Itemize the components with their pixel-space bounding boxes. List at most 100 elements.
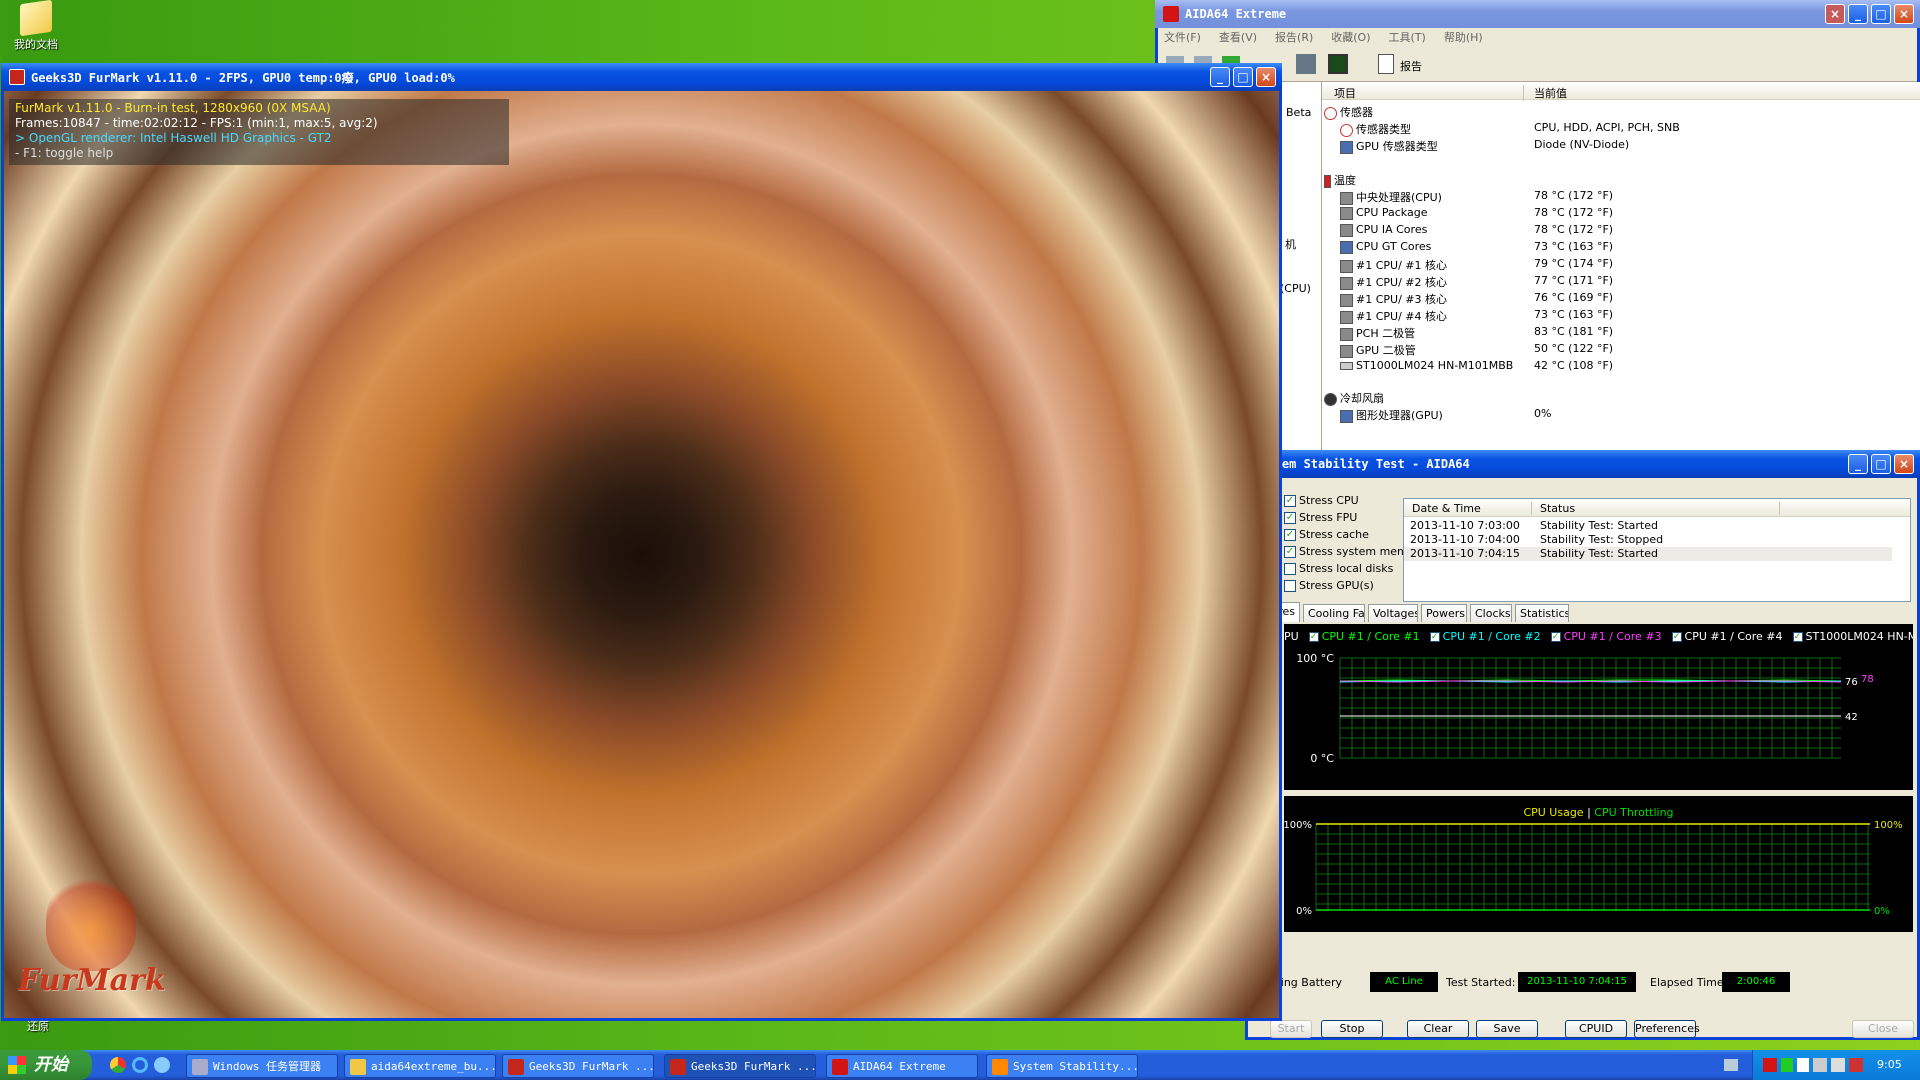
tree-fragment[interactable]: (CPU) xyxy=(1280,282,1311,295)
menu-file[interactable]: 文件(F) xyxy=(1164,28,1201,48)
furmark-titlebar[interactable]: Geeks3D FurMark v1.11.0 - 2FPS, GPU0 tem… xyxy=(1,63,1282,91)
checkbox[interactable]: ✓ xyxy=(1284,512,1296,524)
close-x-icon[interactable]: × xyxy=(1825,4,1845,24)
temperature-row[interactable]: CPU IA Cores xyxy=(1340,223,1427,240)
log-row[interactable]: 2013-11-10 7:03:00 Stability Test: Starte… xyxy=(1404,519,1892,533)
stress-option[interactable]: Stress GPU(s) xyxy=(1284,579,1374,592)
checkbox[interactable] xyxy=(1284,563,1296,575)
save-button[interactable]: Save xyxy=(1476,1020,1538,1038)
menu-tools[interactable]: 工具(T) xyxy=(1389,28,1426,48)
tab-powers[interactable]: Powers xyxy=(1421,604,1467,622)
menu-help[interactable]: 帮助(H) xyxy=(1444,28,1483,48)
temperature-row[interactable]: #1 CPU/ #3 核心 xyxy=(1340,291,1447,308)
minimize-button[interactable]: _ xyxy=(1210,67,1230,87)
report-icon[interactable] xyxy=(1378,54,1394,74)
fur-render-canvas[interactable]: FurMark v1.11.0 - Burn-in test, 1280x960… xyxy=(4,91,1279,1018)
temperature-row[interactable]: GPU 二极管 xyxy=(1340,342,1416,359)
aida64-icon xyxy=(832,1059,848,1075)
task-furmark-2[interactable]: Geeks3D FurMark ... xyxy=(664,1054,816,1078)
close-button[interactable]: × xyxy=(1256,67,1276,87)
stress-option[interactable]: Stress local disks xyxy=(1284,562,1393,575)
temperature-row[interactable]: 中央处理器(CPU) xyxy=(1340,189,1442,206)
sensor-row[interactable]: GPU 传感器类型 xyxy=(1340,138,1438,155)
sensor-list: 项目 当前值 传感器 传感器类型 CPU, HDD, ACPI, PCH, SN… xyxy=(1322,82,1920,450)
tree-fragment[interactable]: Beta xyxy=(1286,106,1311,119)
temperature-row[interactable]: CPU GT Cores xyxy=(1340,240,1431,257)
checkbox[interactable]: ✓ xyxy=(1284,495,1296,507)
close-button[interactable]: × xyxy=(1894,454,1914,474)
checkbox[interactable]: ✓ xyxy=(1284,546,1296,558)
task-furmark-1[interactable]: Geeks3D FurMark ... xyxy=(502,1054,654,1078)
checkbox[interactable] xyxy=(1284,580,1296,592)
tray-icon[interactable] xyxy=(1797,1058,1809,1072)
stability-titlebar[interactable]: System Stability Test - AIDA64 _ □ × xyxy=(1245,450,1920,478)
temperature-row[interactable]: PCH 二极管 xyxy=(1340,325,1415,342)
maximize-button[interactable]: □ xyxy=(1871,4,1891,24)
cpuid-button[interactable]: CPUID xyxy=(1565,1020,1627,1038)
tray-icon[interactable] xyxy=(1813,1058,1827,1072)
tab-cooling-fans[interactable]: Cooling Fans xyxy=(1303,604,1365,622)
log-col-status[interactable]: Status xyxy=(1540,502,1780,515)
desktop-icon-my-documents[interactable]: 我的文档 xyxy=(4,0,68,52)
elapsed-label: Elapsed Time: xyxy=(1650,976,1728,989)
tray-toggle-icon[interactable] xyxy=(1724,1059,1738,1071)
volume-icon[interactable] xyxy=(1831,1058,1845,1072)
monitor-icon[interactable] xyxy=(1328,54,1348,74)
stress-option[interactable]: ✓ Stress FPU xyxy=(1284,511,1357,524)
usage-chart: 100% 0% 100% 0% xyxy=(1284,820,1903,917)
stop-button[interactable]: Stop xyxy=(1321,1020,1383,1038)
aida64-titlebar[interactable]: AIDA64 Extreme × _ □ × xyxy=(1155,0,1920,28)
group-temperature[interactable]: 温度 xyxy=(1324,172,1356,189)
clock[interactable]: 9:05 xyxy=(1877,1058,1902,1071)
group-fans[interactable]: 冷却风扇 xyxy=(1324,390,1384,407)
col-item[interactable]: 项目 xyxy=(1334,85,1524,101)
tab-clocks[interactable]: Clocks xyxy=(1470,604,1512,622)
ie-icon[interactable] xyxy=(132,1057,148,1073)
temperature-row[interactable]: ST1000LM024 HN-M101MBB xyxy=(1340,359,1513,376)
tab-voltages[interactable]: Voltages xyxy=(1368,604,1418,622)
desktop-icon-restore[interactable]: 还原 xyxy=(6,1018,70,1038)
report-label[interactable]: 报告 xyxy=(1400,58,1422,74)
menu-favorites[interactable]: 收藏(O) xyxy=(1331,28,1370,48)
checkbox[interactable]: ✓ xyxy=(1284,529,1296,541)
menu-report[interactable]: 报告(R) xyxy=(1275,28,1313,48)
sensor-row[interactable]: 传感器类型 xyxy=(1340,121,1411,138)
users-icon[interactable] xyxy=(1296,54,1316,74)
group-sensor[interactable]: 传感器 xyxy=(1324,104,1373,121)
menu-view[interactable]: 查看(V) xyxy=(1219,28,1257,48)
gpu-icon xyxy=(1340,140,1353,154)
quick-launch-icon[interactable] xyxy=(154,1057,170,1073)
clear-button[interactable]: Clear xyxy=(1407,1020,1469,1038)
close-dialog-button[interactable]: Close xyxy=(1852,1020,1914,1038)
fan-row[interactable]: 图形处理器(GPU) xyxy=(1340,407,1443,424)
col-value[interactable]: 当前值 xyxy=(1534,85,1567,101)
tray-icon[interactable] xyxy=(1781,1058,1793,1072)
minimize-button[interactable]: _ xyxy=(1848,4,1868,24)
task-aida-folder[interactable]: aida64extreme_bu... xyxy=(344,1054,496,1078)
log-col-datetime[interactable]: Date & Time xyxy=(1412,502,1532,515)
chrome-icon[interactable] xyxy=(110,1057,126,1073)
temperature-row[interactable]: #1 CPU/ #2 核心 xyxy=(1340,274,1447,291)
stress-option[interactable]: ✓ Stress CPU xyxy=(1284,494,1359,507)
preferences-button[interactable]: Preferences xyxy=(1634,1020,1700,1038)
aida-tray-icon[interactable] xyxy=(1763,1058,1777,1072)
maximize-button[interactable]: □ xyxy=(1871,454,1891,474)
start-button[interactable]: 开始 xyxy=(0,1050,92,1080)
temperature-row[interactable]: #1 CPU/ #1 核心 xyxy=(1340,257,1447,274)
tree-fragment[interactable]: 机 xyxy=(1285,236,1296,252)
task-stability[interactable]: System Stability... xyxy=(986,1054,1138,1078)
temperature-row[interactable]: #1 CPU/ #4 核心 xyxy=(1340,308,1447,325)
start-button[interactable]: Start xyxy=(1270,1020,1312,1038)
log-row[interactable]: 2013-11-10 7:04:00 Stability Test: Stoppe… xyxy=(1404,533,1892,547)
stress-option[interactable]: ✓ Stress system memor xyxy=(1284,545,1419,558)
task-task-manager[interactable]: Windows 任务管理器 xyxy=(186,1054,338,1078)
log-row[interactable]: 2013-11-10 7:04:15 Stability Test: Starte… xyxy=(1404,547,1892,561)
close-button[interactable]: × xyxy=(1894,4,1914,24)
stress-option[interactable]: ✓ Stress cache xyxy=(1284,528,1369,541)
minimize-button[interactable]: _ xyxy=(1848,454,1868,474)
maximize-button[interactable]: □ xyxy=(1233,67,1253,87)
tray-icon[interactable] xyxy=(1849,1058,1863,1072)
tab-statistics[interactable]: Statistics xyxy=(1515,604,1569,622)
task-aida64[interactable]: AIDA64 Extreme xyxy=(826,1054,978,1078)
temperature-row[interactable]: CPU Package xyxy=(1340,206,1427,223)
